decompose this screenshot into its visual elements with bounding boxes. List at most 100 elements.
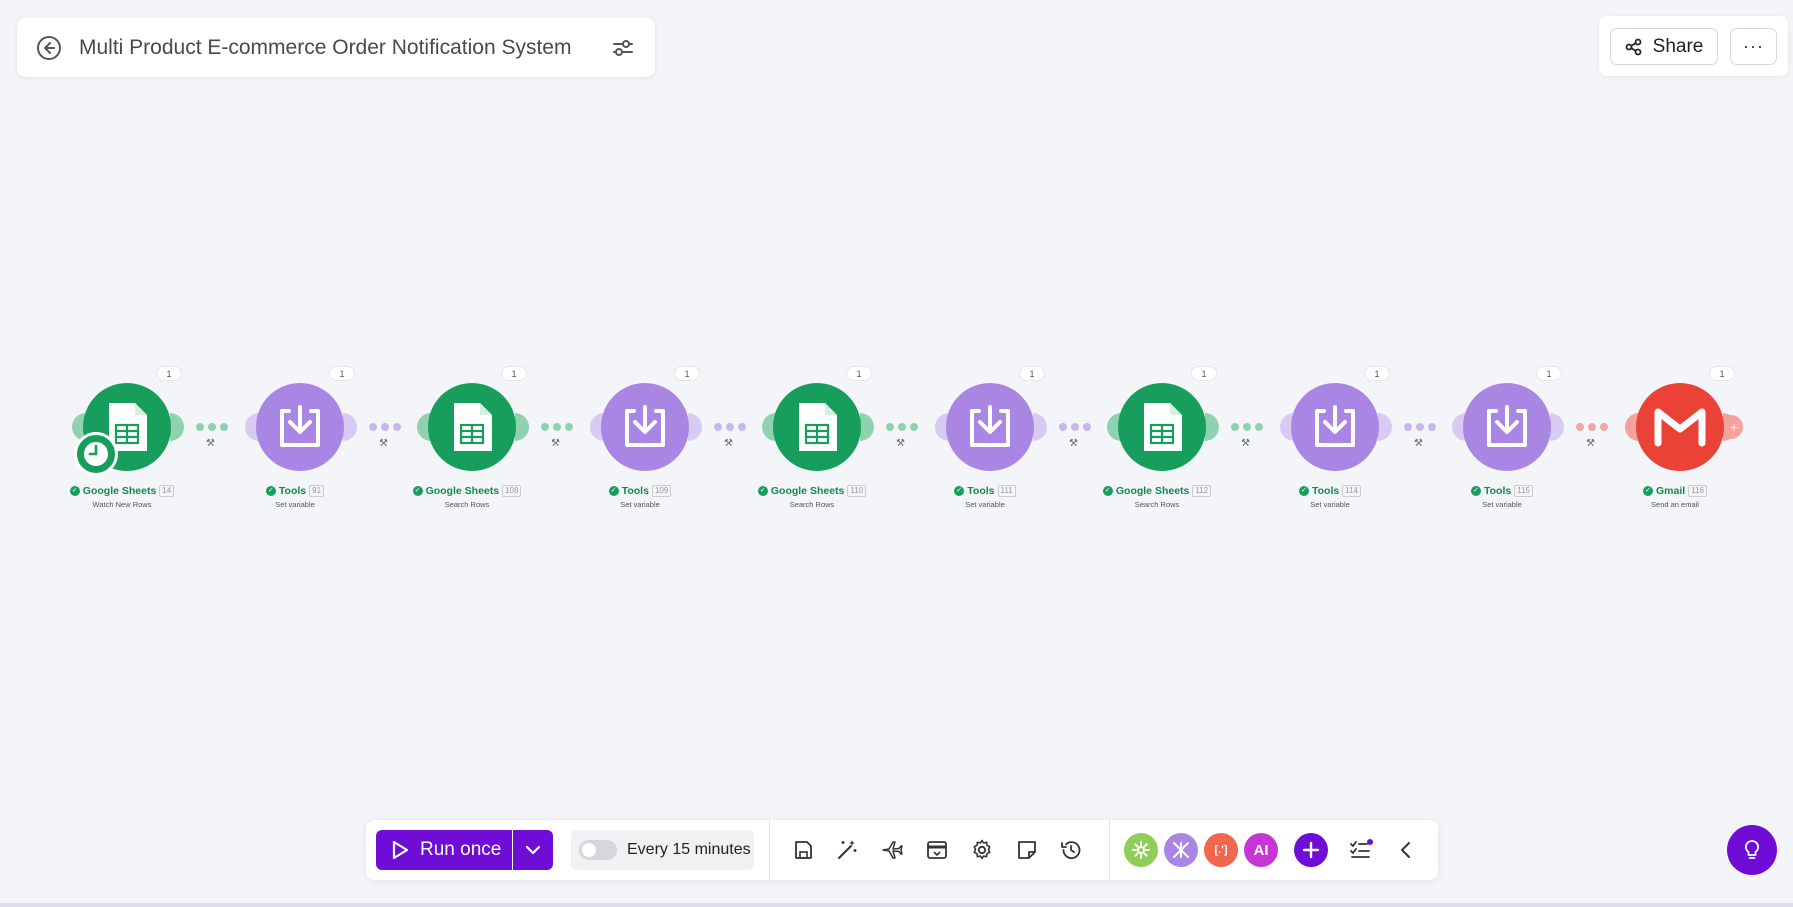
connector-dot: [1588, 423, 1596, 431]
module-label: ✓ Tools 111: [905, 485, 1065, 497]
module-output-port[interactable]: [515, 413, 529, 441]
check-icon: ✓: [1643, 486, 1654, 496]
tools-module-button[interactable]: [1124, 833, 1158, 867]
google-sheets-icon: [799, 403, 837, 451]
module-action: Search Rows: [789, 500, 835, 509]
back-button[interactable]: [35, 34, 63, 62]
wrench-icon[interactable]: ⚒: [551, 438, 560, 449]
module-connector[interactable]: [196, 422, 236, 432]
connector-dot: [541, 423, 549, 431]
module-output-port[interactable]: [1378, 413, 1392, 441]
module-label: ✓ Tools 115: [1422, 485, 1582, 497]
module-node[interactable]: [1636, 383, 1724, 471]
module-node[interactable]: [1463, 383, 1551, 471]
connector-dot: [196, 423, 204, 431]
module-app-name: Google Sheets: [425, 485, 500, 497]
scenario-settings-button[interactable]: [609, 34, 637, 62]
add-module-button[interactable]: [1294, 833, 1328, 867]
operations-count: 1: [1374, 368, 1380, 379]
module-output-port[interactable]: [1550, 413, 1564, 441]
check-icon: ✓: [1299, 486, 1309, 496]
checklist-icon: [1350, 839, 1373, 858]
explain-flow-button[interactable]: [877, 835, 907, 865]
wrench-icon[interactable]: ⚒: [896, 438, 905, 449]
module-connector[interactable]: [1576, 422, 1616, 432]
module-connector[interactable]: [369, 422, 409, 432]
connector-dot: [1071, 423, 1079, 431]
check-icon: ✓: [412, 486, 423, 496]
run-options-dropdown[interactable]: [513, 830, 553, 870]
flow-control-button[interactable]: [1164, 833, 1198, 867]
history-button[interactable]: [1056, 835, 1086, 865]
operations-count: 1: [684, 368, 690, 379]
tips-button[interactable]: [1727, 825, 1777, 875]
wrench-icon[interactable]: ⚒: [206, 438, 215, 449]
module-node[interactable]: [256, 383, 344, 471]
wrench-icon[interactable]: ⚒: [1241, 438, 1250, 449]
module-node[interactable]: [1291, 383, 1379, 471]
module-id: 111: [997, 485, 1016, 497]
operations-badge: 1: [674, 366, 700, 381]
module-id: 109: [651, 485, 672, 497]
module-connector[interactable]: [1404, 422, 1444, 432]
module-output-port[interactable]: [1033, 413, 1047, 441]
module-node[interactable]: [773, 383, 861, 471]
wrench-icon[interactable]: ⚒: [1586, 438, 1595, 449]
module-connector[interactable]: [714, 422, 754, 432]
module-output-port[interactable]: [860, 413, 874, 441]
save-button[interactable]: [788, 835, 818, 865]
connector-dot: [565, 423, 573, 431]
module-output-port[interactable]: [343, 413, 357, 441]
connector-dot: [393, 423, 401, 431]
run-once-label: Run once: [420, 839, 502, 860]
scheduling-switch[interactable]: [579, 840, 617, 860]
module-output-port[interactable]: [170, 413, 184, 441]
scenario-settings-gear-button[interactable]: [967, 835, 997, 865]
add-next-module-button[interactable]: +: [1725, 415, 1743, 439]
more-options-button[interactable]: ···: [1730, 28, 1777, 65]
module-output-port[interactable]: [1205, 413, 1219, 441]
checklist-button[interactable]: [1346, 835, 1376, 865]
chevron-left-icon: [1401, 842, 1410, 858]
notes-panel-button[interactable]: [922, 835, 952, 865]
module-app-name: Tools: [621, 485, 649, 497]
run-once-button[interactable]: Run once: [376, 830, 512, 870]
operations-count: 1: [166, 368, 172, 379]
share-button[interactable]: Share: [1610, 28, 1718, 65]
scenario-title[interactable]: Multi Product E-commerce Order Notificat…: [79, 36, 609, 60]
module-id: 110: [847, 485, 867, 497]
schedule-clock-icon[interactable]: [74, 432, 118, 476]
module-connector[interactable]: [1231, 422, 1271, 432]
add-note-button[interactable]: [1012, 835, 1042, 865]
module-connector[interactable]: [886, 422, 926, 432]
operations-badge: 1: [501, 366, 527, 381]
auto-align-button[interactable]: [832, 835, 862, 865]
ai-button[interactable]: AI: [1244, 833, 1278, 867]
module-node[interactable]: [1118, 383, 1206, 471]
module-connector[interactable]: [1059, 422, 1099, 432]
module-output-port[interactable]: [688, 413, 702, 441]
text-parser-button[interactable]: [.']: [1204, 833, 1238, 867]
module-id: 14: [159, 485, 175, 497]
module-action: Search Rows: [444, 500, 490, 509]
collapse-toolbar-button[interactable]: [1391, 835, 1421, 865]
module-action: Set variable: [1310, 500, 1350, 509]
wrench-icon[interactable]: ⚒: [1414, 438, 1423, 449]
module-action: Set variable: [965, 500, 1005, 509]
module-node[interactable]: [428, 383, 516, 471]
bracket-icon: [.']: [1214, 844, 1228, 856]
module-action: Set variable: [1482, 500, 1522, 509]
module-connector[interactable]: [541, 422, 581, 432]
module-node[interactable]: [946, 383, 1034, 471]
connector-dot: [1255, 423, 1263, 431]
connector-dot: [1059, 423, 1067, 431]
wrench-icon[interactable]: ⚒: [1069, 438, 1078, 449]
toolbar-divider: [1109, 820, 1110, 880]
module-id: 112: [1192, 485, 1212, 497]
schedule-toggle[interactable]: Every 15 minutes: [571, 830, 754, 870]
module-node[interactable]: [601, 383, 689, 471]
module-action: Watch New Rows: [92, 500, 152, 509]
wrench-icon[interactable]: ⚒: [724, 438, 733, 449]
wrench-icon[interactable]: ⚒: [379, 438, 388, 449]
lightbulb-icon: [1744, 840, 1760, 859]
